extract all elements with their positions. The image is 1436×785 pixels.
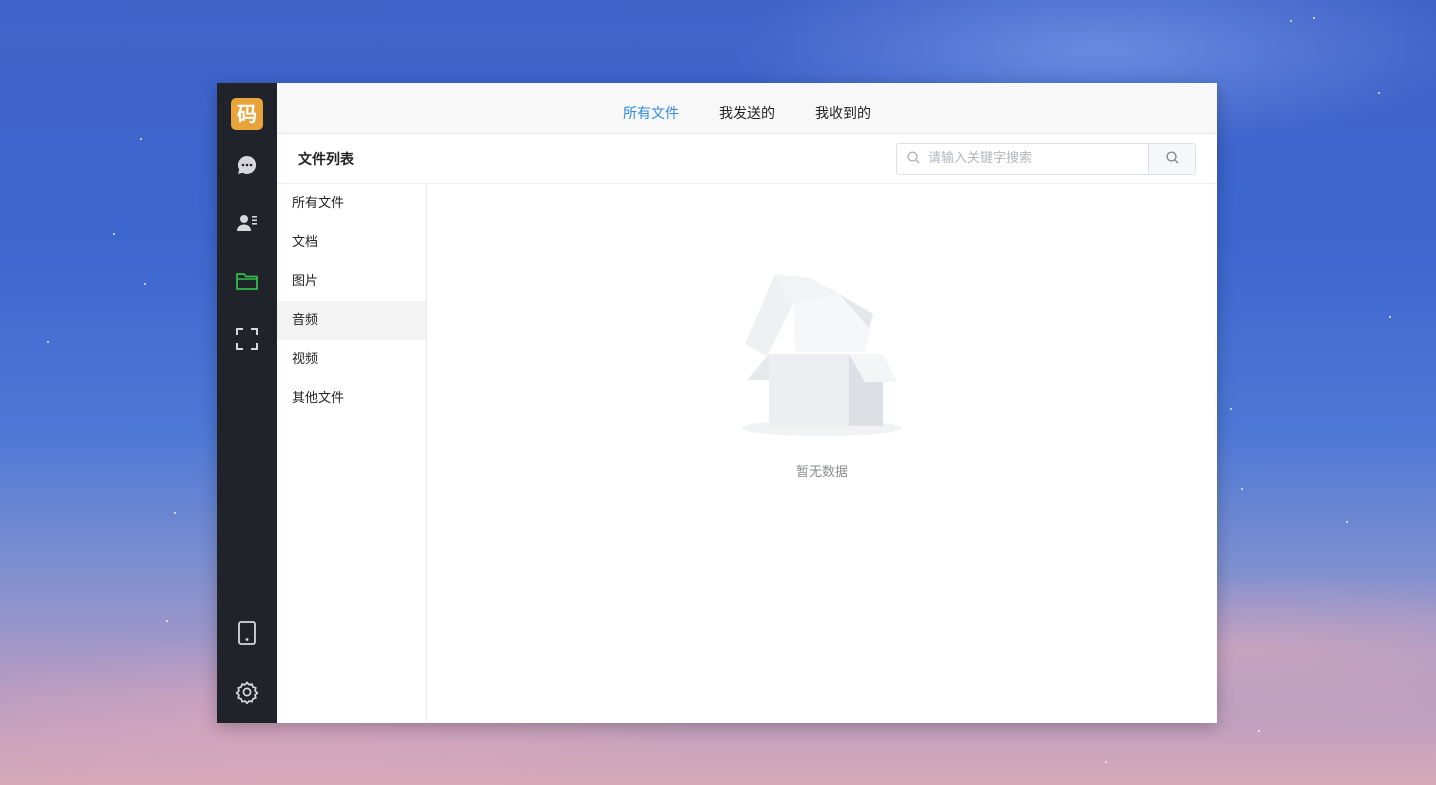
file-tabs: 所有文件 我发送的 我收到的 bbox=[277, 83, 1217, 134]
search-icon bbox=[907, 149, 920, 168]
category-all-files[interactable]: 所有文件 bbox=[277, 184, 426, 223]
tab-sent[interactable]: 我发送的 bbox=[719, 94, 775, 132]
chat-bubble-icon bbox=[236, 154, 258, 180]
rail-chat-button[interactable] bbox=[217, 138, 277, 196]
category-documents[interactable]: 文档 bbox=[277, 223, 426, 262]
contact-card-icon bbox=[236, 212, 258, 238]
empty-box-illustration bbox=[737, 274, 907, 443]
file-content: 暂无数据 bbox=[427, 184, 1217, 723]
category-images[interactable]: 图片 bbox=[277, 262, 426, 301]
app-window: 码 所有文件 我发送的 我收到的 文件列表 请输入关键字搜索 所有文件 文档 图… bbox=[217, 83, 1217, 723]
category-other-files[interactable]: 其他文件 bbox=[277, 379, 426, 418]
search-box bbox=[896, 142, 1196, 175]
empty-message: 暂无数据 bbox=[795, 465, 848, 480]
empty-state: 暂无数据 bbox=[427, 274, 1217, 480]
folder-icon bbox=[235, 270, 259, 296]
main-panel: 所有文件 我发送的 我收到的 文件列表 请输入关键字搜索 所有文件 文档 图片 … bbox=[277, 83, 1217, 723]
search-button[interactable] bbox=[1148, 143, 1195, 174]
page-title: 文件列表 bbox=[298, 151, 354, 168]
rail-mobile-button[interactable] bbox=[217, 605, 277, 664]
category-video[interactable]: 视频 bbox=[277, 340, 426, 379]
side-rail: 码 bbox=[217, 83, 277, 723]
search-icon bbox=[1165, 149, 1179, 168]
tab-all-files[interactable]: 所有文件 bbox=[623, 94, 679, 132]
search-field bbox=[897, 144, 1148, 174]
list-header: 文件列表 bbox=[277, 134, 1217, 184]
search-input[interactable] bbox=[926, 150, 1140, 167]
app-logo: 码 bbox=[231, 98, 263, 130]
mobile-phone-icon bbox=[237, 620, 257, 649]
rail-settings-button[interactable] bbox=[217, 664, 277, 723]
rail-files-button[interactable] bbox=[217, 254, 277, 312]
rail-contacts-button[interactable] bbox=[217, 196, 277, 254]
category-list: 所有文件 文档 图片 音频 视频 其他文件 bbox=[277, 184, 427, 723]
tab-received[interactable]: 我收到的 bbox=[815, 94, 871, 132]
fullscreen-frame-icon bbox=[236, 328, 258, 354]
rail-scan-button[interactable] bbox=[217, 312, 277, 370]
gear-icon bbox=[235, 680, 259, 708]
category-audio[interactable]: 音频 bbox=[277, 301, 426, 340]
